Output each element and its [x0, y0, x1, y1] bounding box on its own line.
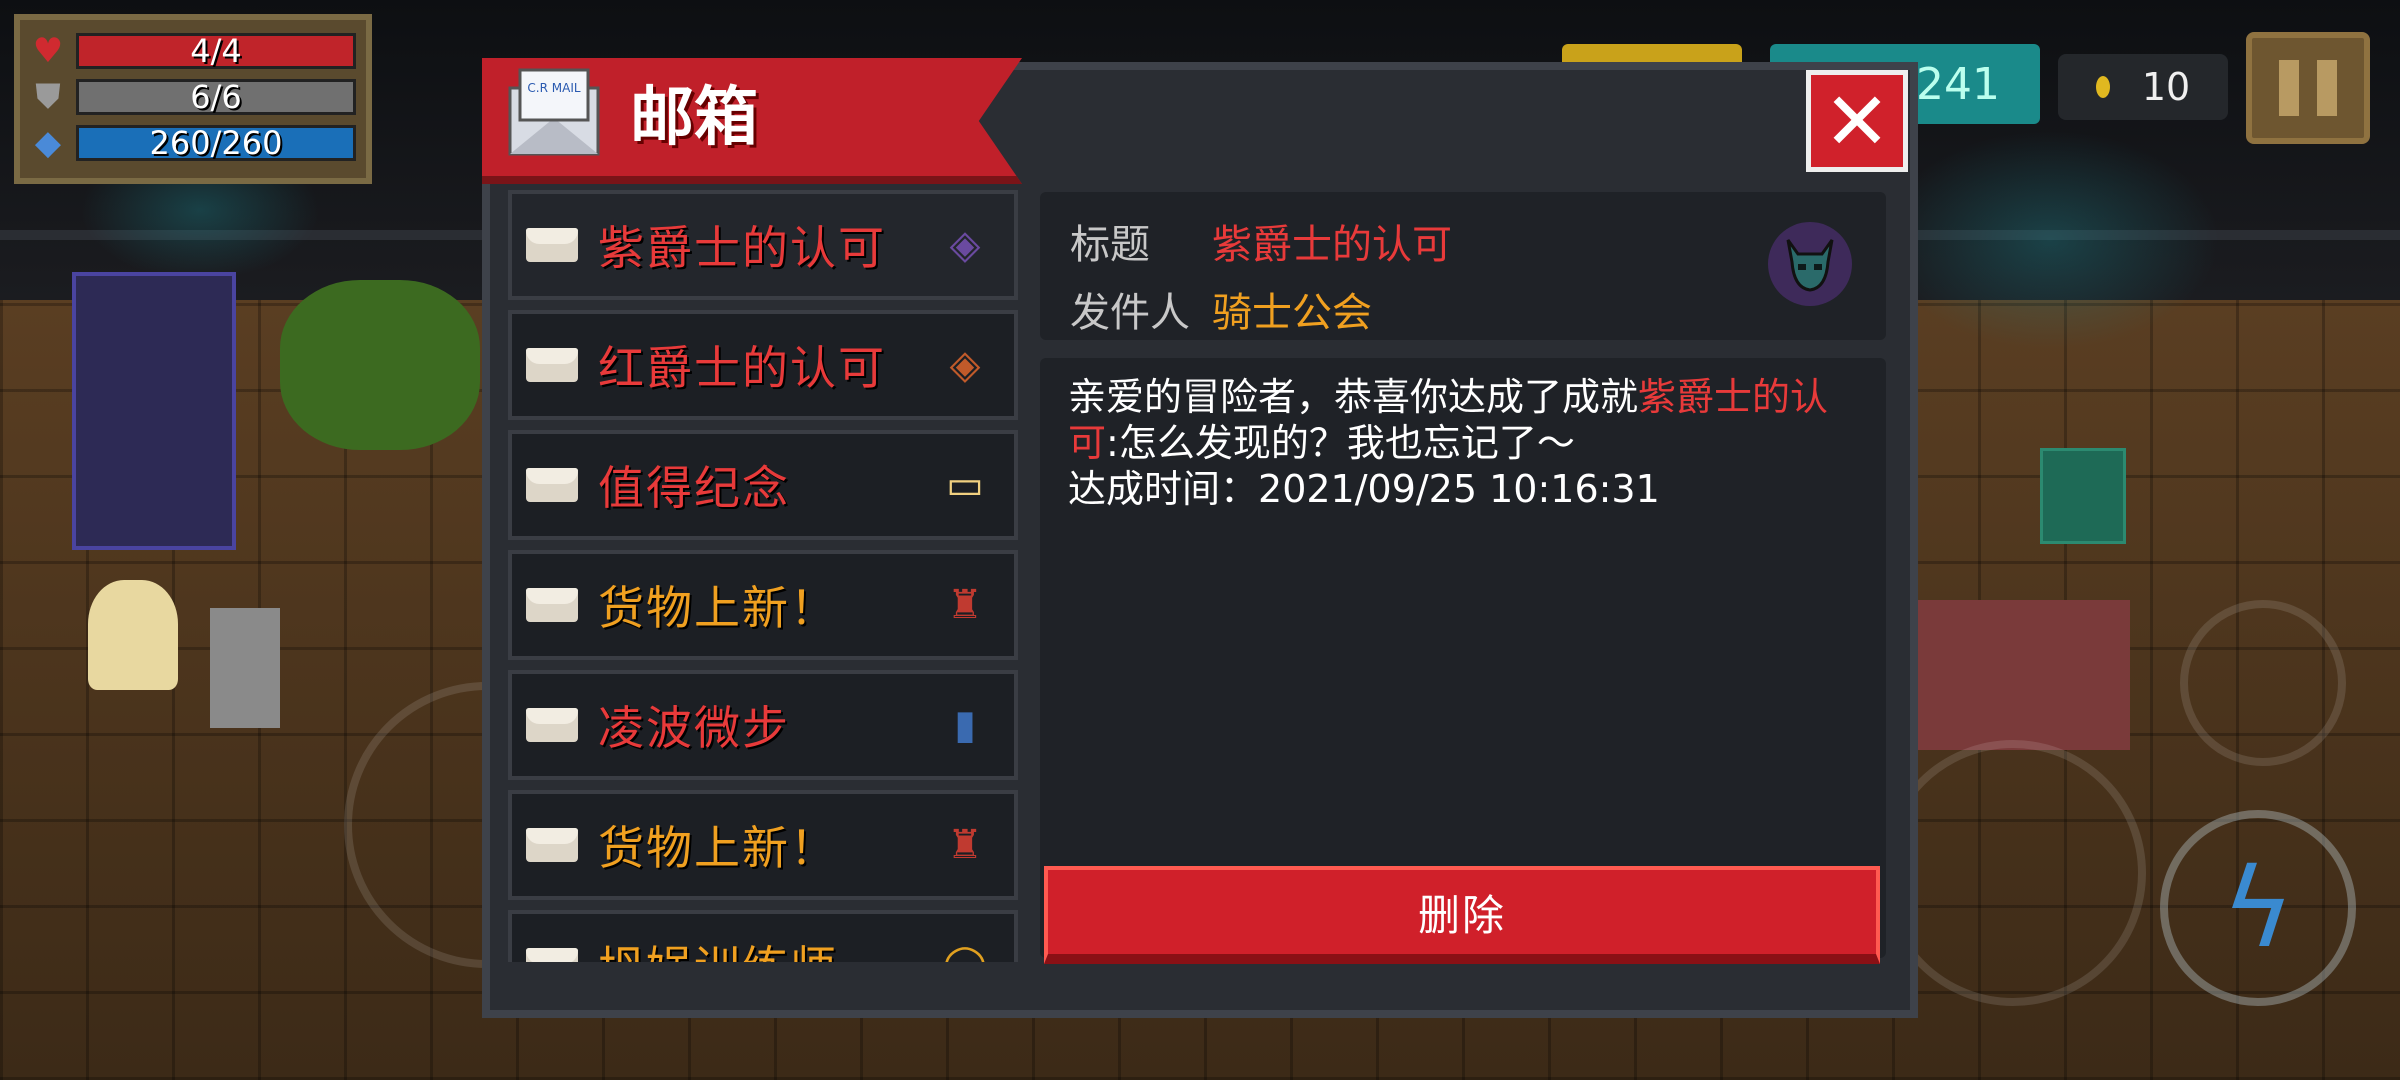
player-stats-panel: ♥ 4/4 ⛊ 6/6 ◆ 260/260 — [14, 14, 372, 184]
skill-button[interactable]: ϟ — [2160, 810, 2356, 1006]
body-suffix: :怎么发现的？我也忘记了～ — [1106, 421, 1575, 465]
cyan-glow — [1880, 130, 2220, 350]
armor-bar: 6/6 — [76, 79, 356, 115]
sender-row: 发件人 骑士公会 — [1070, 280, 1372, 338]
body-prefix: 亲爱的冒险者，恭喜你达成了成就 — [1068, 375, 1639, 419]
crate — [2040, 448, 2126, 544]
lightning-icon: ϟ — [2221, 844, 2295, 972]
energy-bar: 260/260 — [76, 125, 356, 161]
mail-list-item[interactable]: 货物上新！ ♜ — [508, 550, 1018, 660]
gem-count: 241 — [1916, 58, 2000, 110]
mail-subject: 红爵士的认可 — [598, 341, 886, 395]
energy-row: ◆ 260/260 — [30, 120, 356, 166]
envelope-icon — [526, 228, 578, 262]
hp-row: ♥ 4/4 — [30, 28, 356, 74]
mail-list[interactable]: 紫爵士的认可 ◈ 红爵士的认可 ◈ 值得纪念 ▭ 货物上新！ ♜ 凌波微步 ▮ 货物上新！ ♜ 坍娲训练… — [508, 190, 1018, 962]
envelope-icon — [526, 828, 578, 862]
monitor-icon: ▭ — [946, 462, 984, 508]
tree — [280, 280, 480, 450]
npc-character[interactable] — [88, 580, 178, 690]
npc-desk[interactable] — [1910, 600, 2130, 750]
coin-icon — [2095, 76, 2110, 98]
mail-subject: 凌波微步 — [598, 701, 790, 755]
armor-text: 6/6 — [190, 78, 242, 116]
shield-icon: ⛊ — [35, 77, 61, 117]
pause-icon — [2317, 60, 2337, 116]
close-icon: ✕ — [1823, 74, 1891, 168]
delete-button[interactable]: 删除 — [1044, 866, 1880, 964]
energy-icon: ◆ — [34, 123, 62, 163]
armor-row: ⛊ 6/6 — [30, 74, 356, 120]
mail-list-item[interactable]: 坍娲训练师◯ — [508, 910, 1018, 962]
mail-header: 标题 紫爵士的认可 发件人 骑士公会 — [1040, 192, 1886, 340]
purple-knight-helmet-icon: ◈ — [949, 222, 981, 268]
red-knight-helmet-icon: ◈ — [949, 342, 981, 388]
mail-list-item[interactable]: 紫爵士的认可 ◈ — [508, 190, 1018, 300]
hp-text: 4/4 — [190, 32, 242, 70]
energy-text: 260/260 — [149, 124, 283, 162]
weapon-swap-button[interactable] — [2180, 600, 2346, 766]
close-button[interactable]: ✕ — [1806, 70, 1908, 172]
terminal[interactable] — [210, 608, 280, 728]
subject-value: 紫爵士的认可 — [1212, 222, 1452, 268]
envelope-icon — [526, 708, 578, 742]
dialog-title: 邮箱 — [630, 81, 758, 155]
mail-list-item[interactable]: 值得纪念 ▭ — [508, 430, 1018, 540]
mail-subject: 坍娲训练师 — [598, 932, 938, 962]
heart-icon: ♥ — [32, 31, 64, 71]
mail-subject: 货物上新！ — [598, 821, 838, 875]
time-value: 2021/09/25 10:16:31 — [1258, 467, 1660, 511]
merchant-icon: ♜ — [947, 822, 983, 868]
time-label: 达成时间： — [1068, 467, 1259, 511]
delete-label: 删除 — [1417, 890, 1506, 940]
mail-subject: 紫爵士的认可 — [598, 221, 886, 275]
hp-bar: 4/4 — [76, 33, 356, 69]
halo-icon: ◯ — [938, 935, 992, 962]
purple-knight-helmet-icon — [1768, 222, 1852, 306]
merchant-icon: ♜ — [947, 582, 983, 628]
attack-button[interactable] — [1880, 740, 2146, 1006]
envelope-icon — [526, 588, 578, 622]
envelope-icon — [526, 468, 578, 502]
mail-icon: C.R MAIL — [506, 66, 602, 162]
envelope-icon — [526, 348, 578, 382]
mail-list-item[interactable]: 货物上新！ ♜ — [508, 790, 1018, 900]
sender-label: 发件人 — [1070, 290, 1190, 336]
mail-subject: 值得纪念 — [598, 461, 790, 515]
sender-value: 骑士公会 — [1212, 290, 1372, 336]
pause-button[interactable] — [2246, 32, 2370, 144]
envelope-icon — [526, 948, 578, 962]
mail-body-text: 亲爱的冒险者，恭喜你达成了成就紫爵士的认可:怎么发现的？我也忘记了～ 达成时间：… — [1068, 374, 1858, 512]
mail-list-item[interactable]: 红爵士的认可 ◈ — [508, 310, 1018, 420]
vending-machine — [72, 272, 236, 550]
mail-subject: 货物上新！ — [598, 581, 838, 635]
subject-row: 标题 紫爵士的认可 — [1070, 212, 1452, 270]
mail-list-item[interactable]: 凌波微步 ▮ — [508, 670, 1018, 780]
mail-icon-text: C.R MAIL — [527, 81, 580, 95]
subject-label: 标题 — [1070, 222, 1150, 268]
coin-count: 10 — [2141, 65, 2191, 109]
pause-icon — [2279, 60, 2299, 116]
book-icon: ▮ — [953, 702, 976, 748]
coin-counter: 10 — [2058, 54, 2228, 120]
